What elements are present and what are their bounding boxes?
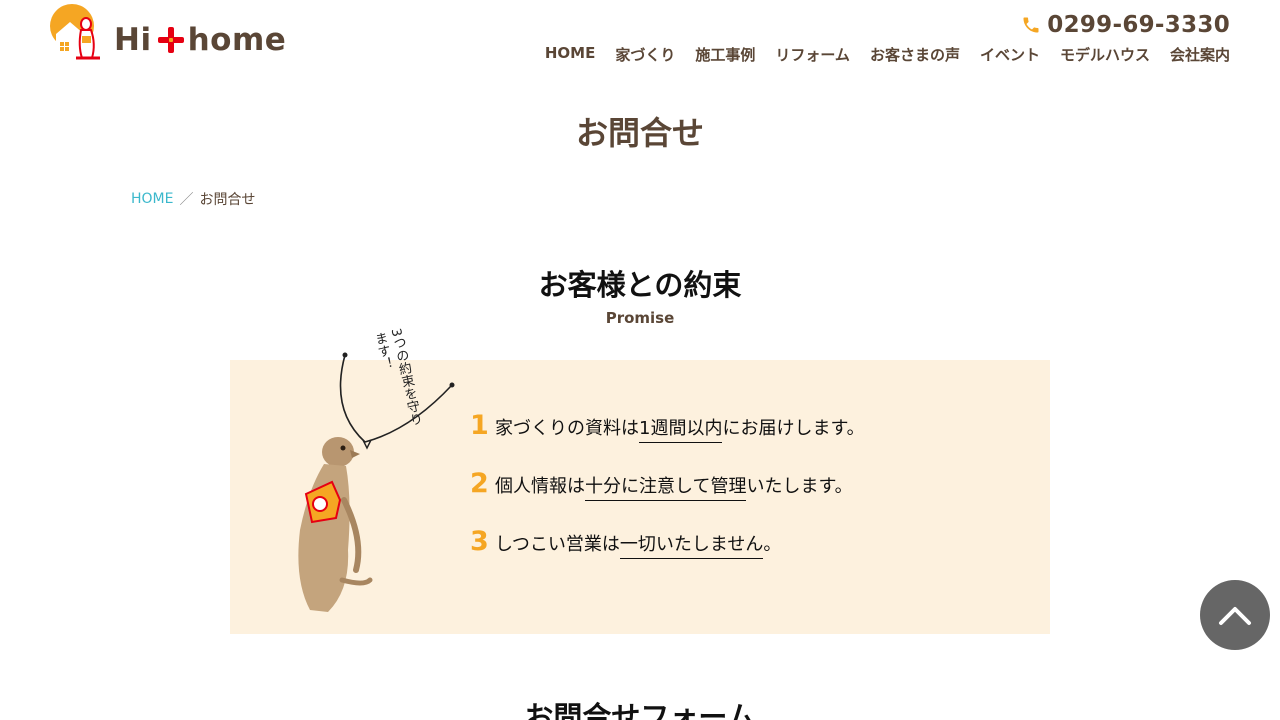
scroll-to-top-button[interactable]: [1200, 580, 1270, 650]
promise-number: 3: [470, 526, 489, 557]
breadcrumb: HOME ／ お問合せ: [131, 189, 255, 209]
promise-text-emphasis: 1週間以内: [639, 418, 723, 443]
promise-text-pre: 個人情報は: [495, 476, 585, 497]
promise-text-post: 。: [763, 534, 782, 555]
nav-item-events[interactable]: イベント: [980, 44, 1040, 65]
breadcrumb-home-link[interactable]: HOME: [131, 191, 173, 207]
logo-wordmark: Hi home: [114, 22, 286, 58]
phone-icon: [1023, 17, 1039, 33]
nav-item-company[interactable]: 会社案内: [1170, 44, 1230, 65]
promise-text-post: にお届けします。: [722, 418, 865, 439]
promise-item: 2 個人情報は十分に注意して管理いたします。: [470, 468, 865, 526]
promise-text-post: いたします。: [746, 476, 853, 497]
nav-item-model-house[interactable]: モデルハウス: [1060, 44, 1150, 65]
promise-text-emphasis: 十分に注意して管理: [585, 476, 747, 501]
nav-item-works[interactable]: 施工事例: [695, 44, 755, 65]
meerkat-logo-icon: [50, 4, 100, 60]
logo-plus-icon: [157, 27, 184, 53]
promise-text: しつこい営業は一切いたしません。: [495, 530, 782, 559]
promise-item: 3 しつこい営業は一切いたしません。: [470, 526, 865, 584]
breadcrumb-current: お問合せ: [199, 192, 256, 208]
promise-number: 1: [470, 410, 489, 441]
logo-text-hi: Hi: [114, 22, 152, 58]
logo-text-home: home: [187, 22, 287, 58]
promise-text-emphasis: 一切いたしません: [619, 534, 764, 559]
nav-item-home[interactable]: HOME: [545, 44, 595, 65]
form-section-title: お問合せフォーム: [524, 700, 756, 720]
promise-list: 1 家づくりの資料は1週間以内にお届けします。 2 個人情報は十分に注意して管理…: [470, 410, 865, 584]
phone-contact[interactable]: 0299-69-3330: [1021, 12, 1230, 38]
promise-text-pre: しつこい営業は: [495, 534, 620, 555]
meerkat-illustration: [298, 437, 373, 612]
promise-subtitle: Promise: [605, 309, 675, 327]
main-nav: HOME 家づくり 施工事例 リフォーム お客さまの声 イベント モデルハウス …: [545, 44, 1230, 65]
nav-item-house-building[interactable]: 家づくり: [615, 44, 675, 65]
site-logo[interactable]: Hi home: [48, 4, 298, 62]
promise-text-pre: 家づくりの資料は: [495, 418, 639, 439]
promise-number: 2: [470, 468, 489, 499]
promise-text: 個人情報は十分に注意して管理いたします。: [495, 472, 853, 501]
breadcrumb-separator: ／: [179, 192, 194, 208]
page-title: お問合せ: [575, 114, 704, 152]
promise-title: お客様との約束: [538, 268, 742, 302]
nav-item-reform[interactable]: リフォーム: [775, 44, 850, 65]
phone-number: 0299-69-3330: [1047, 12, 1230, 38]
promise-item: 1 家づくりの資料は1週間以内にお届けします。: [470, 410, 865, 468]
nav-item-testimonials[interactable]: お客さまの声: [870, 44, 960, 65]
promise-text: 家づくりの資料は1週間以内にお届けします。: [495, 414, 865, 443]
chevron-up-icon: [1219, 607, 1251, 625]
